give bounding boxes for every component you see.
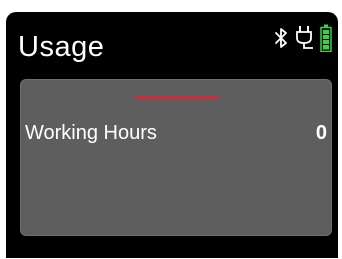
battery-icon xyxy=(320,24,332,52)
working-hours-value: 0 xyxy=(315,121,327,144)
plug-icon xyxy=(294,24,314,52)
working-hours-row: Working Hours 0 xyxy=(25,118,327,148)
working-hours-card: Working Hours 0 xyxy=(20,79,332,236)
device-screen: Usage Working Hours 0 xyxy=(6,12,338,258)
status-bar xyxy=(274,22,332,54)
accent-indicator xyxy=(135,96,219,99)
page-title: Usage xyxy=(18,31,105,63)
working-hours-label: Working Hours xyxy=(25,121,157,144)
bluetooth-icon xyxy=(274,27,288,49)
